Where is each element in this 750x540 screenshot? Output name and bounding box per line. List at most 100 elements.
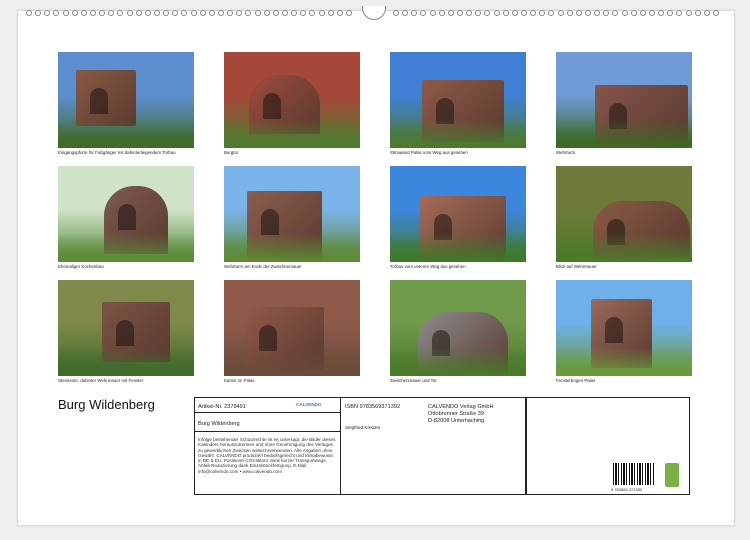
photo-caption: Eingangspforte für Fußgänger mit dahinte…	[58, 150, 176, 155]
binding-ring	[62, 10, 69, 16]
binding-ring	[694, 10, 701, 16]
vegetation	[58, 347, 194, 376]
binding-ring	[456, 10, 463, 16]
calendar-photo	[556, 52, 692, 148]
binding-ring	[429, 10, 436, 16]
binding-ring	[411, 10, 418, 16]
binding-ring	[630, 10, 637, 16]
publisher-name: CALVENDO Verlag GmbH	[428, 404, 494, 410]
calendar-photo	[556, 166, 692, 262]
binding-ring	[44, 10, 51, 16]
binding-ring	[227, 10, 234, 16]
binding-ring	[493, 10, 500, 16]
vegetation	[390, 347, 526, 376]
binding-ring	[511, 10, 518, 16]
vegetation	[390, 119, 526, 148]
binding-ring	[466, 10, 473, 16]
binding-ring	[254, 10, 261, 16]
spiral-binding-right	[393, 10, 722, 18]
calendar-photo	[556, 280, 692, 376]
vegetation	[58, 119, 194, 148]
binding-ring	[530, 10, 537, 16]
binding-ring	[667, 10, 674, 16]
photo-caption: Wehrturm am Ende der Zwischenmauer	[224, 264, 302, 269]
binding-ring	[420, 10, 427, 16]
vegetation	[556, 233, 692, 262]
binding-ring	[703, 10, 710, 16]
photo-caption: Stirnwand Palas vom Weg aus gesehen	[390, 150, 468, 155]
vegetation	[58, 233, 194, 262]
binding-ring	[35, 10, 42, 16]
ruin-window	[118, 204, 136, 230]
binding-ring	[520, 10, 527, 16]
binding-ring	[621, 10, 628, 16]
binding-ring	[575, 10, 582, 16]
binding-ring	[648, 10, 655, 16]
binding-ring	[117, 10, 124, 16]
binding-ring	[658, 10, 665, 16]
binding-ring	[71, 10, 78, 16]
calendar-photo	[224, 280, 360, 376]
binding-ring	[135, 10, 142, 16]
binding-ring	[99, 10, 106, 16]
binding-ring	[309, 10, 316, 16]
binding-ring	[208, 10, 215, 16]
vegetation	[390, 233, 526, 262]
photo-caption: Burgtor	[224, 150, 239, 155]
binding-ring	[539, 10, 546, 16]
binding-ring	[685, 10, 692, 16]
binding-ring	[584, 10, 591, 16]
photo-caption: Fensterbogen Palas	[556, 378, 596, 383]
photo-caption: Steinreste, dahinter Wehrmauer mit Fenst…	[58, 378, 144, 383]
binding-ring	[245, 10, 252, 16]
binding-ring	[263, 10, 270, 16]
article-number: Artikel-Nr. 2379491	[198, 404, 246, 410]
author: Siegfried Kreuzer	[345, 425, 381, 430]
binding-ring	[336, 10, 343, 16]
ruin-window	[90, 88, 108, 114]
binding-ring	[402, 10, 409, 16]
binding-ring	[676, 10, 683, 16]
binding-ring	[199, 10, 206, 16]
calendar-photo	[58, 52, 194, 148]
publisher-street: Ottobrunner Straße 39	[428, 411, 484, 417]
ruin-window	[116, 320, 134, 346]
binding-ring	[272, 10, 279, 16]
photo-caption: Kamin im Palas	[224, 378, 255, 383]
ruin-window	[605, 317, 623, 343]
vegetation	[556, 347, 692, 376]
binding-ring	[438, 10, 445, 16]
spiral-binding-left	[26, 10, 355, 18]
binding-ring	[163, 10, 170, 16]
calendar-photo	[58, 280, 194, 376]
publisher-city: D-82008 Unterhaching	[428, 418, 485, 424]
info-divider-h2	[195, 431, 340, 432]
binding-ring	[300, 10, 307, 16]
photo-caption: Torbau vom unteren Weg aus gesehen	[390, 264, 466, 269]
binding-ring	[172, 10, 179, 16]
barcode-number: 9 783569 371392	[611, 487, 643, 492]
binding-ring	[181, 10, 188, 16]
binding-ring	[89, 10, 96, 16]
binding-ring	[291, 10, 298, 16]
legal-text: Infolge bestehender Schutzrechte ist es …	[198, 437, 336, 474]
calvendo-logo: CALVENDO	[296, 402, 322, 407]
vegetation	[556, 119, 692, 148]
calendar-photo	[390, 280, 526, 376]
calendar-photo	[390, 52, 526, 148]
calendar-title: Burg Wildenberg	[58, 397, 155, 412]
calendar-photo	[58, 166, 194, 262]
product-title: Burg Wildenberg	[198, 421, 240, 427]
binding-ring	[318, 10, 325, 16]
vegetation	[224, 347, 360, 376]
binding-ring	[327, 10, 334, 16]
binding-ring	[447, 10, 454, 16]
binding-ring	[603, 10, 610, 16]
binding-ring	[502, 10, 509, 16]
binding-ring	[548, 10, 555, 16]
binding-ring	[217, 10, 224, 16]
binding-ring	[144, 10, 151, 16]
binding-ring	[612, 10, 619, 16]
binding-ring	[153, 10, 160, 16]
binding-ring	[80, 10, 87, 16]
